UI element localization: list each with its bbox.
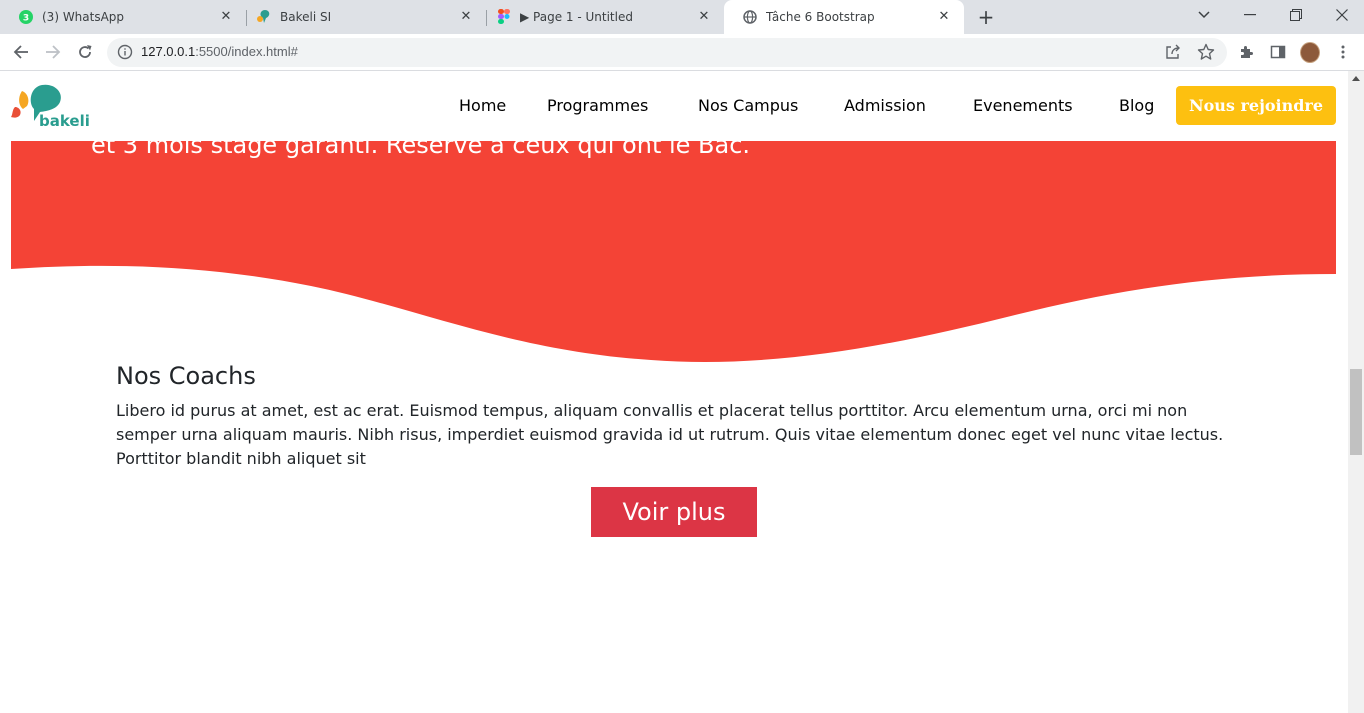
close-tab-icon[interactable]: ✕ bbox=[936, 9, 952, 25]
whatsapp-icon: 3 bbox=[18, 9, 34, 25]
figma-icon bbox=[496, 9, 512, 25]
tab-title: ▶ Page 1 - Untitled bbox=[520, 10, 633, 24]
close-tab-icon[interactable]: ✕ bbox=[218, 9, 234, 25]
share-icon[interactable] bbox=[1165, 44, 1181, 60]
browser-tab-bar: 3 (3) WhatsApp ✕ Bakeli SI ✕ ▶ Page 1 - … bbox=[0, 0, 1364, 34]
tab-tache6[interactable]: Tâche 6 Bootstrap ✕ bbox=[724, 0, 964, 34]
hero-wave-background bbox=[11, 141, 1336, 362]
reload-icon[interactable] bbox=[73, 40, 97, 64]
coaches-description: Libero id purus at amet, est ac erat. Eu… bbox=[116, 401, 1224, 468]
logo-wordmark: bakeli bbox=[39, 112, 90, 130]
tab-title: Bakeli SI bbox=[280, 10, 332, 24]
globe-icon bbox=[742, 9, 758, 25]
url-host: 127.0.0.1 bbox=[141, 44, 196, 59]
nav-home[interactable]: Home bbox=[459, 96, 506, 115]
url-path: :5500/index.html# bbox=[195, 44, 298, 59]
more-menu-icon[interactable] bbox=[1333, 42, 1353, 62]
tab-whatsapp[interactable]: 3 (3) WhatsApp ✕ bbox=[0, 0, 246, 34]
nav-nos-campus[interactable]: Nos Campus bbox=[698, 96, 798, 115]
new-tab-icon[interactable]: + bbox=[975, 6, 997, 28]
tab-search-icon[interactable] bbox=[1181, 0, 1227, 30]
tab-figma[interactable]: ▶ Page 1 - Untitled ✕ bbox=[478, 0, 724, 34]
bakeli-favicon bbox=[256, 9, 272, 25]
browser-toolbar: 127.0.0.1:5500/index.html# bbox=[0, 34, 1364, 71]
avatar bbox=[1300, 41, 1320, 63]
voir-plus-button[interactable]: Voir plus bbox=[591, 487, 757, 537]
bakeli-logo[interactable]: bakeli bbox=[10, 83, 90, 131]
extensions-icon[interactable] bbox=[1236, 42, 1256, 62]
close-window-icon[interactable] bbox=[1319, 0, 1364, 30]
site-info-icon[interactable] bbox=[117, 44, 133, 60]
tab-title: (3) WhatsApp bbox=[42, 10, 125, 24]
site-navbar: bakeli Home Programmes Nos Campus Admiss… bbox=[0, 71, 1348, 141]
tab-title: Tâche 6 Bootstrap bbox=[766, 10, 875, 24]
address-bar[interactable]: 127.0.0.1:5500/index.html# bbox=[107, 38, 1227, 67]
nav-evenements[interactable]: Evenements bbox=[973, 96, 1073, 115]
scroll-up-arrow-icon[interactable] bbox=[1352, 76, 1360, 81]
bookmark-star-icon[interactable] bbox=[1197, 43, 1215, 61]
minimize-icon[interactable] bbox=[1227, 0, 1273, 30]
close-tab-icon[interactable]: ✕ bbox=[458, 9, 474, 25]
join-button[interactable]: Nous rejoindre bbox=[1176, 86, 1336, 125]
page-viewport: et 3 mois stage garanti. Reservé à ceux … bbox=[0, 71, 1348, 713]
coaches-title: Nos Coachs bbox=[116, 362, 256, 390]
tab-bakeli[interactable]: Bakeli SI ✕ bbox=[238, 0, 486, 34]
page-scrollbar[interactable] bbox=[1348, 71, 1364, 713]
back-icon[interactable] bbox=[9, 40, 33, 64]
hero-wave-shape bbox=[11, 141, 1336, 362]
scrollbar-thumb[interactable] bbox=[1350, 369, 1362, 455]
side-panel-icon[interactable] bbox=[1268, 42, 1288, 62]
nav-admission[interactable]: Admission bbox=[844, 96, 926, 115]
nav-blog[interactable]: Blog bbox=[1119, 96, 1154, 115]
profile-avatar[interactable] bbox=[1300, 41, 1320, 63]
forward-icon[interactable] bbox=[41, 40, 65, 64]
nav-programmes[interactable]: Programmes bbox=[547, 96, 648, 115]
restore-icon[interactable] bbox=[1273, 0, 1319, 30]
svg-text:3: 3 bbox=[23, 14, 29, 24]
url-text: 127.0.0.1:5500/index.html# bbox=[141, 44, 298, 59]
close-tab-icon[interactable]: ✕ bbox=[696, 9, 712, 25]
